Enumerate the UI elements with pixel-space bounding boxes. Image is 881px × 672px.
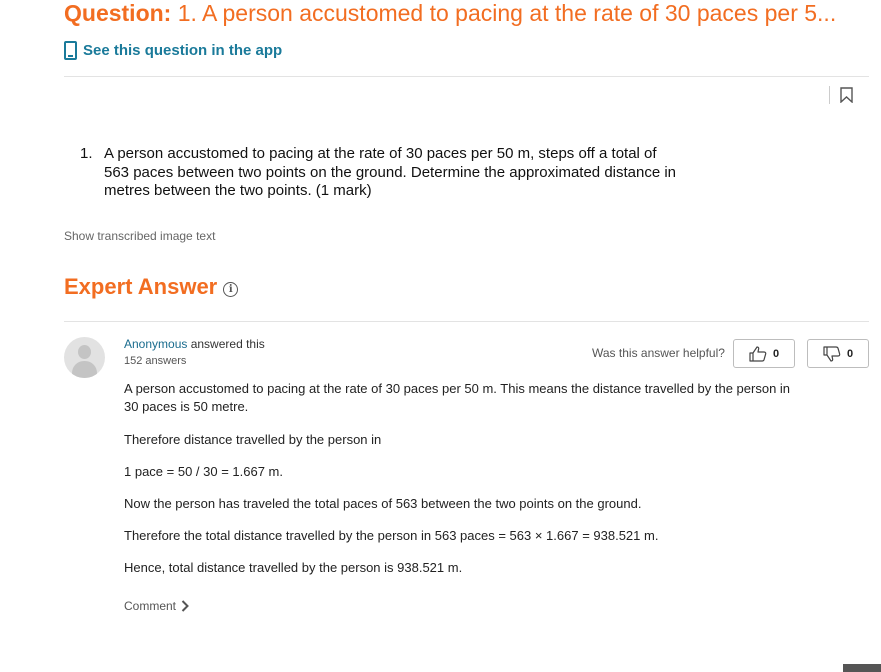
see-in-app-link[interactable]: See this question in the app xyxy=(64,40,282,60)
question-title: Question: 1. A person accustomed to paci… xyxy=(64,0,864,26)
answers-count: 152 answers xyxy=(124,355,187,367)
question-number: 1. xyxy=(80,145,93,162)
divider xyxy=(64,76,869,77)
see-in-app-label: See this question in the app xyxy=(83,41,283,59)
question-body: 1. A person accustomed to pacing at the … xyxy=(80,145,700,201)
comment-label: Comment xyxy=(124,599,177,613)
thumbs-up-button[interactable]: 0 xyxy=(733,339,795,368)
author-link[interactable]: Anonymous xyxy=(124,337,187,351)
chevron-right-icon xyxy=(181,600,189,612)
answered-text: answered this xyxy=(187,337,265,351)
thumbs-down-icon xyxy=(823,345,841,362)
answer-paragraph: Now the person has traveled the total pa… xyxy=(124,496,642,511)
bookmark-icon[interactable] xyxy=(840,87,853,103)
answer-paragraph: Therefore the total distance travelled b… xyxy=(124,528,659,543)
answerer-line: Anonymous answered this xyxy=(124,337,265,351)
question-title-text: 1. A person accustomed to pacing at the … xyxy=(177,0,837,26)
thumbs-up-count: 0 xyxy=(772,347,780,360)
answer-paragraph: Hence, total distance travelled by the p… xyxy=(124,560,463,575)
answer-paragraph: 1 pace = 50 / 30 = 1.667 m. xyxy=(124,464,284,479)
helpful-label: Was this answer helpful? xyxy=(592,346,725,360)
thumbs-down-button[interactable]: 0 xyxy=(807,339,869,368)
thumbs-down-count: 0 xyxy=(846,347,854,360)
answer-paragraph: Therefore distance travelled by the pers… xyxy=(124,432,382,447)
answer-paragraph: A person accustomed to pacing at the rat… xyxy=(124,381,791,414)
divider xyxy=(64,321,869,322)
question-label: Question: xyxy=(64,0,172,26)
comment-link[interactable]: Comment xyxy=(124,599,189,613)
phone-icon xyxy=(64,40,77,60)
question-text: A person accustomed to pacing at the rat… xyxy=(104,145,677,199)
info-icon[interactable]: i xyxy=(223,281,239,297)
separator xyxy=(829,86,830,104)
expert-answer-heading: Expert Answer i xyxy=(64,274,239,300)
thumbs-up-icon xyxy=(749,345,767,362)
show-transcribed-link[interactable]: Show transcribed image text xyxy=(64,229,215,243)
scroll-indicator xyxy=(843,664,881,672)
avatar xyxy=(64,337,105,378)
expert-answer-title: Expert Answer xyxy=(64,274,218,299)
